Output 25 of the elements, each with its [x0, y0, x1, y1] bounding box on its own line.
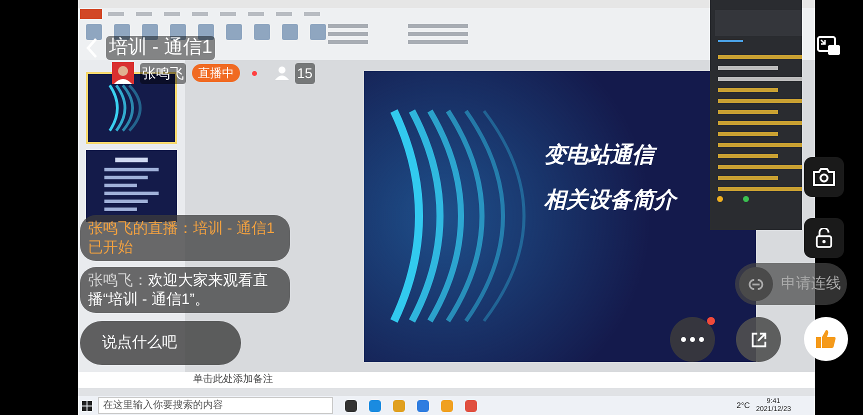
unlock-icon	[815, 228, 833, 248]
slide-title: 变电站通信	[544, 138, 676, 172]
camera-icon	[812, 167, 836, 187]
viewer-count: 15	[295, 62, 315, 84]
picture-in-picture-icon[interactable]	[817, 36, 841, 56]
camera-button[interactable]	[804, 157, 844, 197]
slide-title: 相关设备简介	[544, 186, 676, 214]
taskbar-search-field[interactable]: 在这里输入你要搜索的内容	[98, 397, 333, 414]
windows-icon[interactable]	[82, 400, 92, 410]
lock-button[interactable]	[804, 218, 844, 258]
weather-text: 2°C	[736, 400, 750, 412]
taskbar-app-icon[interactable]	[345, 400, 357, 412]
comment-field[interactable]: 说点什么吧	[80, 321, 241, 365]
thumbs-up-icon	[815, 329, 837, 349]
live-badge: 直播中	[192, 64, 240, 82]
chat-message: 张鸣飞：欢迎大家来观看直播“培训 - 通信1”。	[80, 267, 290, 313]
link-icon	[746, 276, 766, 292]
stream-title: 培训 - 通信1	[106, 36, 216, 60]
chat-message: 张鸣飞的直播：培训 - 通信1已开始	[80, 215, 290, 261]
notes-text: 单击此处添加备注	[193, 374, 273, 386]
avatar[interactable]	[112, 62, 134, 84]
connect-button[interactable]: 申请连线	[735, 263, 847, 305]
share-icon	[750, 330, 768, 348]
like-button[interactable]	[804, 317, 848, 361]
person-icon	[275, 66, 289, 80]
